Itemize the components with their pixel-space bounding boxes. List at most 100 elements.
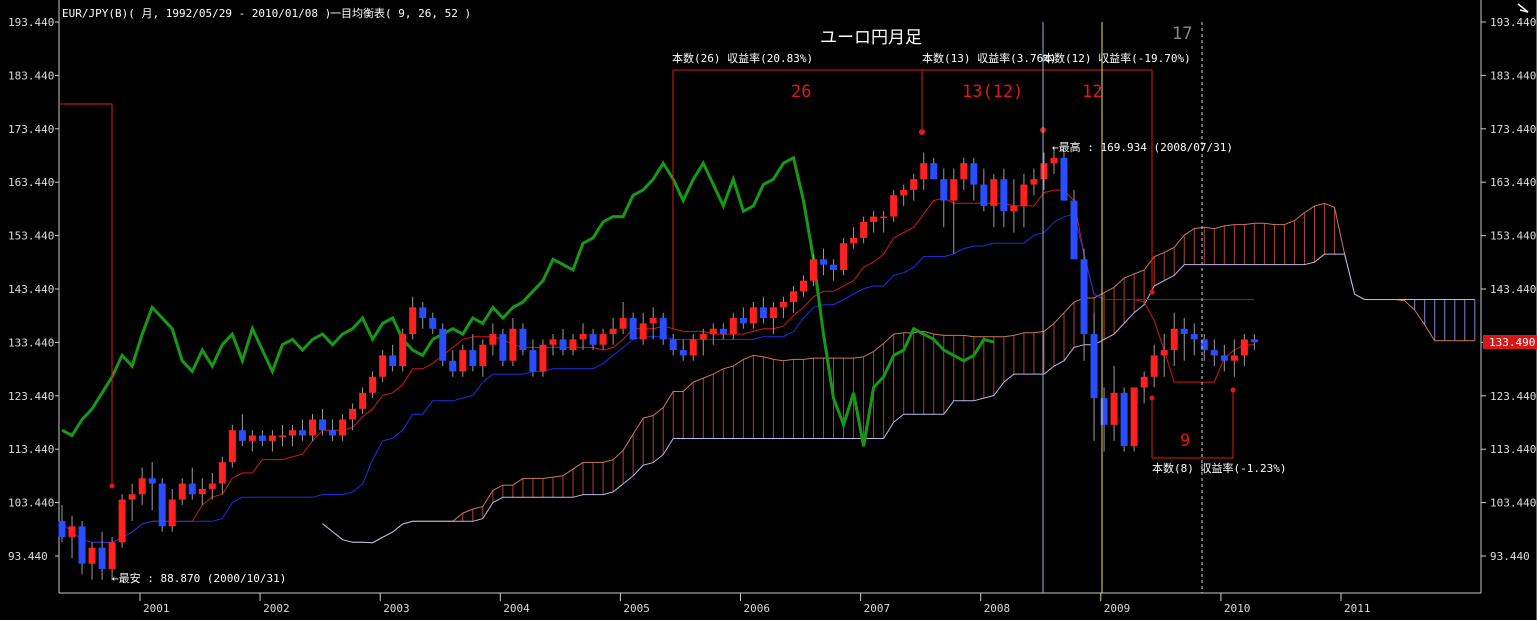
y-tick-label-right: 103.440: [1490, 497, 1536, 510]
candle-body: [1010, 205, 1018, 212]
candle-body: [569, 339, 577, 351]
candle-body: [930, 163, 938, 180]
candle-body: [168, 499, 176, 527]
end-marker: [1149, 289, 1155, 295]
y-tick-label-left: 103.440: [8, 497, 54, 510]
candle-body: [319, 419, 327, 431]
candle-body: [950, 179, 958, 201]
count8-end-marker: [1230, 387, 1236, 393]
candle-body: [148, 478, 156, 484]
candle-body: [940, 179, 948, 201]
x-tick-label: 2008: [984, 602, 1011, 615]
candle-body: [649, 318, 657, 324]
candle-body: [820, 259, 828, 265]
candle-body: [789, 291, 797, 303]
candle-body: [258, 435, 266, 441]
candle-body: [900, 189, 908, 196]
count13-marker: [919, 129, 925, 135]
candle-body: [1130, 387, 1138, 447]
low-marker: [109, 483, 115, 489]
y-tick-label-right: 193.440: [1490, 16, 1536, 29]
candle-body: [920, 163, 928, 180]
candle-body: [1210, 350, 1218, 356]
candle-body: [769, 307, 777, 319]
annotation-count13: 本数(13) 収益率(3.76%): [922, 51, 1056, 65]
y-tick-label-left: 113.440: [8, 443, 54, 456]
y-tick-label-left: 123.440: [8, 390, 54, 403]
candle-body: [1240, 339, 1248, 356]
x-tick-label: 2001: [143, 602, 170, 615]
candle-body: [699, 334, 707, 340]
candle-body: [1000, 179, 1008, 212]
x-tick-label: 2005: [623, 602, 650, 615]
candle-body: [539, 344, 547, 372]
candle-body: [579, 334, 587, 340]
candle-body: [188, 483, 196, 495]
candle-body: [599, 334, 607, 345]
candle-body: [1090, 334, 1098, 399]
candle-body: [359, 392, 367, 409]
y-tick-label-left: 183.440: [8, 69, 54, 82]
big-number-13: 13(12): [962, 82, 1023, 102]
candle-body: [218, 462, 226, 484]
candle-body: [128, 494, 136, 500]
candle-body: [1250, 339, 1258, 343]
candle-body: [870, 216, 878, 222]
candle-body: [549, 339, 557, 345]
big-number-17: 17: [1172, 24, 1192, 44]
candle-body: [138, 478, 146, 495]
candle-body: [810, 259, 817, 281]
candle-body: [118, 499, 126, 543]
candle-body: [679, 350, 687, 356]
candle-body: [78, 526, 86, 564]
y-tick-label-left: 153.440: [8, 230, 54, 243]
candle-body: [559, 339, 567, 351]
candle-body: [779, 302, 787, 308]
y-tick-label-right: 93.440: [1490, 550, 1530, 563]
candle-body: [68, 526, 76, 537]
x-tick-label: 2004: [503, 602, 530, 615]
candle-body: [369, 376, 377, 393]
big-number-9: 9: [1180, 431, 1190, 451]
candle-body: [309, 419, 316, 436]
candle-body: [499, 334, 507, 361]
x-tick-label: 2002: [263, 602, 290, 615]
candle-body: [228, 430, 236, 463]
y-tick-label-left: 163.440: [8, 176, 54, 189]
candle-body: [379, 355, 387, 377]
candle-body: [1220, 355, 1228, 361]
candle-body: [1140, 376, 1148, 388]
candle-body: [238, 430, 246, 441]
candle-body: [799, 280, 807, 292]
candle-body: [1060, 157, 1068, 201]
candle-body: [729, 318, 737, 335]
candle-body: [449, 360, 457, 372]
candle-body: [489, 334, 497, 345]
candle-body: [589, 334, 597, 345]
candle-body: [409, 307, 417, 335]
candle-body: [850, 237, 858, 244]
candle-body: [980, 184, 988, 206]
candle-body: [719, 328, 727, 335]
x-tick-label: 2007: [864, 602, 891, 615]
candle-body: [329, 430, 337, 436]
y-tick-label-right: 123.440: [1490, 390, 1536, 403]
candle-body: [349, 408, 357, 420]
y-tick-label-left: 173.440: [8, 123, 54, 136]
x-tick-label: 2010: [1224, 602, 1251, 615]
candle-body: [278, 435, 286, 438]
candle-body: [58, 520, 66, 537]
candle-body: [339, 419, 347, 436]
y-tick-label-right: 153.440: [1490, 230, 1536, 243]
candle-body: [1160, 350, 1168, 356]
candle-body: [519, 328, 527, 351]
indicator-label: 一目均衡表( 9, 26, 52 ): [330, 6, 471, 20]
annotation-count26: 本数(26) 収益率(20.83%): [672, 51, 813, 65]
candle-body: [298, 430, 306, 436]
high-label: ←最高 : 169.934 (2008/07/31): [1052, 140, 1233, 154]
candle-body: [890, 195, 898, 217]
x-tick-label: 2003: [383, 602, 410, 615]
candle-body: [629, 318, 637, 340]
candle-body: [1110, 392, 1118, 425]
candle-body: [399, 334, 407, 367]
